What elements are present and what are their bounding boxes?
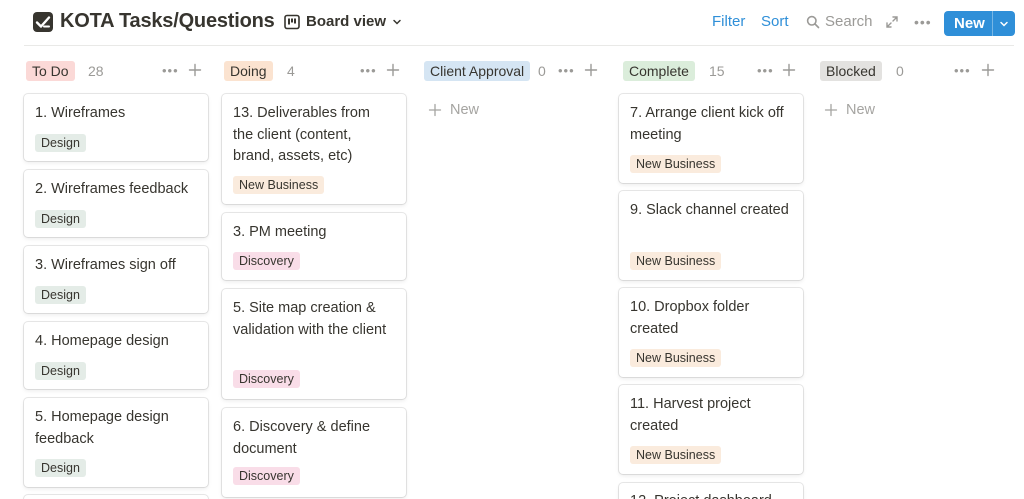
column-header: Doing 4 ••• bbox=[222, 61, 406, 81]
add-new-card-button[interactable]: New bbox=[428, 102, 479, 118]
board-card[interactable]: 9. Slack channel created New Business bbox=[619, 191, 803, 280]
card-tag: Design bbox=[35, 286, 86, 304]
card-tag: New Business bbox=[630, 446, 722, 464]
column-count: 15 bbox=[709, 63, 725, 79]
card-title: 6. Discovery & define document bbox=[233, 419, 371, 457]
board-view-icon bbox=[284, 14, 300, 29]
card-tag: Design bbox=[35, 210, 86, 228]
sort-button[interactable]: Sort bbox=[761, 13, 789, 30]
add-card-icon[interactable] bbox=[981, 63, 995, 77]
view-switcher-label: Board view bbox=[306, 13, 387, 30]
board-card[interactable]: 4. Homepage design Design bbox=[24, 322, 208, 389]
plus-icon bbox=[428, 103, 442, 117]
board-card[interactable]: 5. Site map creation & validation with t… bbox=[222, 289, 406, 399]
card-tag: New Business bbox=[233, 176, 325, 194]
card-title: 4. Homepage design bbox=[35, 333, 169, 349]
column-count: 28 bbox=[88, 63, 104, 79]
search-icon bbox=[806, 15, 820, 28]
search-label: Search bbox=[825, 13, 873, 30]
column-title: To Do bbox=[26, 61, 75, 81]
more-options-button[interactable]: ••• bbox=[914, 14, 932, 30]
card-tag: Design bbox=[35, 134, 86, 152]
column-count: 0 bbox=[896, 63, 904, 79]
board-card[interactable]: 2. Wireframes feedback Design bbox=[24, 170, 208, 237]
expand-icon[interactable] bbox=[885, 15, 899, 29]
top-bar: KOTA Tasks/Questions Board view Filter S… bbox=[0, 0, 1024, 46]
card-title: 5. Site map creation & validation with t… bbox=[233, 300, 387, 338]
column-more-button[interactable]: ••• bbox=[757, 61, 774, 81]
card-title: 11. Harvest project created bbox=[630, 396, 751, 434]
card-tag: New Business bbox=[630, 349, 722, 367]
card-tag: New Business bbox=[630, 252, 722, 270]
add-new-card-label: New bbox=[450, 102, 480, 118]
column-header: Client Approval 0 ••• bbox=[420, 61, 604, 81]
card-title: 13. Deliverables from the client (conten… bbox=[233, 105, 370, 164]
board-card[interactable]: 12. Project dashboard bbox=[619, 483, 803, 499]
new-button-label: New bbox=[954, 15, 985, 32]
card-tag: Discovery bbox=[233, 467, 300, 485]
filter-button[interactable]: Filter bbox=[712, 13, 745, 30]
board-card[interactable]: 10. Dropbox folder created New Business bbox=[619, 288, 803, 377]
add-card-icon[interactable] bbox=[188, 63, 202, 77]
header-divider bbox=[24, 45, 1014, 46]
column-header: Complete 15 ••• bbox=[619, 61, 803, 81]
chevron-down-icon bbox=[1000, 21, 1008, 27]
plus-icon bbox=[824, 103, 838, 117]
card-title: 9. Slack channel created bbox=[630, 202, 789, 218]
board-card[interactable]: 3. PM meeting Discovery bbox=[222, 213, 406, 280]
new-button-dropdown[interactable] bbox=[993, 19, 1015, 29]
card-tag: Discovery bbox=[233, 252, 300, 270]
card-title: 1. Wireframes bbox=[35, 105, 126, 121]
column-count: 0 bbox=[538, 63, 546, 79]
column-title: Blocked bbox=[820, 61, 882, 81]
column-count: 4 bbox=[287, 63, 295, 79]
add-card-icon[interactable] bbox=[584, 63, 598, 77]
checklist-app-icon bbox=[33, 12, 53, 32]
card-title: 2. Wireframes feedback bbox=[35, 181, 189, 197]
page-title: KOTA Tasks/Questions bbox=[60, 10, 275, 32]
column-more-button[interactable]: ••• bbox=[558, 61, 575, 81]
board-card[interactable]: 11. Harvest project created New Business bbox=[619, 385, 803, 474]
add-card-icon[interactable] bbox=[782, 63, 796, 77]
card-title: 7. Arrange client kick off meeting bbox=[630, 105, 784, 143]
column-more-button[interactable]: ••• bbox=[162, 61, 179, 81]
add-new-card-button[interactable]: New bbox=[824, 102, 875, 118]
card-title: 5. Homepage design feedback bbox=[35, 409, 169, 447]
board-card[interactable]: 6. Discovery & define document Discovery bbox=[222, 408, 406, 497]
card-title: 3. PM meeting bbox=[233, 224, 327, 240]
column-title: Doing bbox=[224, 61, 273, 81]
view-switcher[interactable]: Board view bbox=[284, 13, 402, 30]
card-tag: New Business bbox=[630, 155, 722, 173]
board-card[interactable]: 13. Deliverables from the client (conten… bbox=[222, 94, 406, 204]
column-header: Blocked 0 ••• bbox=[816, 61, 1000, 81]
chevron-down-icon bbox=[393, 19, 401, 25]
card-tag: Design bbox=[35, 459, 86, 477]
column-title: Client Approval bbox=[424, 61, 531, 81]
column-header: To Do 28 ••• bbox=[24, 61, 208, 81]
search-button[interactable]: Search bbox=[806, 13, 873, 30]
column-more-button[interactable]: ••• bbox=[954, 61, 971, 81]
card-title: 10. Dropbox folder created bbox=[630, 299, 750, 337]
card-title: 12. Project dashboard bbox=[630, 491, 790, 499]
card-title: 3. Wireframes sign off bbox=[35, 257, 176, 273]
column-title: Complete bbox=[623, 61, 695, 81]
column-more-button[interactable]: ••• bbox=[360, 61, 377, 81]
board-card[interactable]: 7. Arrange client kick off meeting New B… bbox=[619, 94, 803, 183]
new-button[interactable]: New bbox=[944, 11, 1015, 36]
board-card[interactable]: 3. Wireframes sign off Design bbox=[24, 246, 208, 313]
add-new-card-label: New bbox=[846, 102, 876, 118]
add-card-icon[interactable] bbox=[386, 63, 400, 77]
board-card[interactable]: 1. Wireframes Design bbox=[24, 94, 208, 161]
card-tag: Design bbox=[35, 362, 86, 380]
board-card[interactable]: 5. Homepage design feedback Design bbox=[24, 398, 208, 487]
board-card[interactable] bbox=[24, 495, 208, 499]
card-tag: Discovery bbox=[233, 370, 300, 388]
